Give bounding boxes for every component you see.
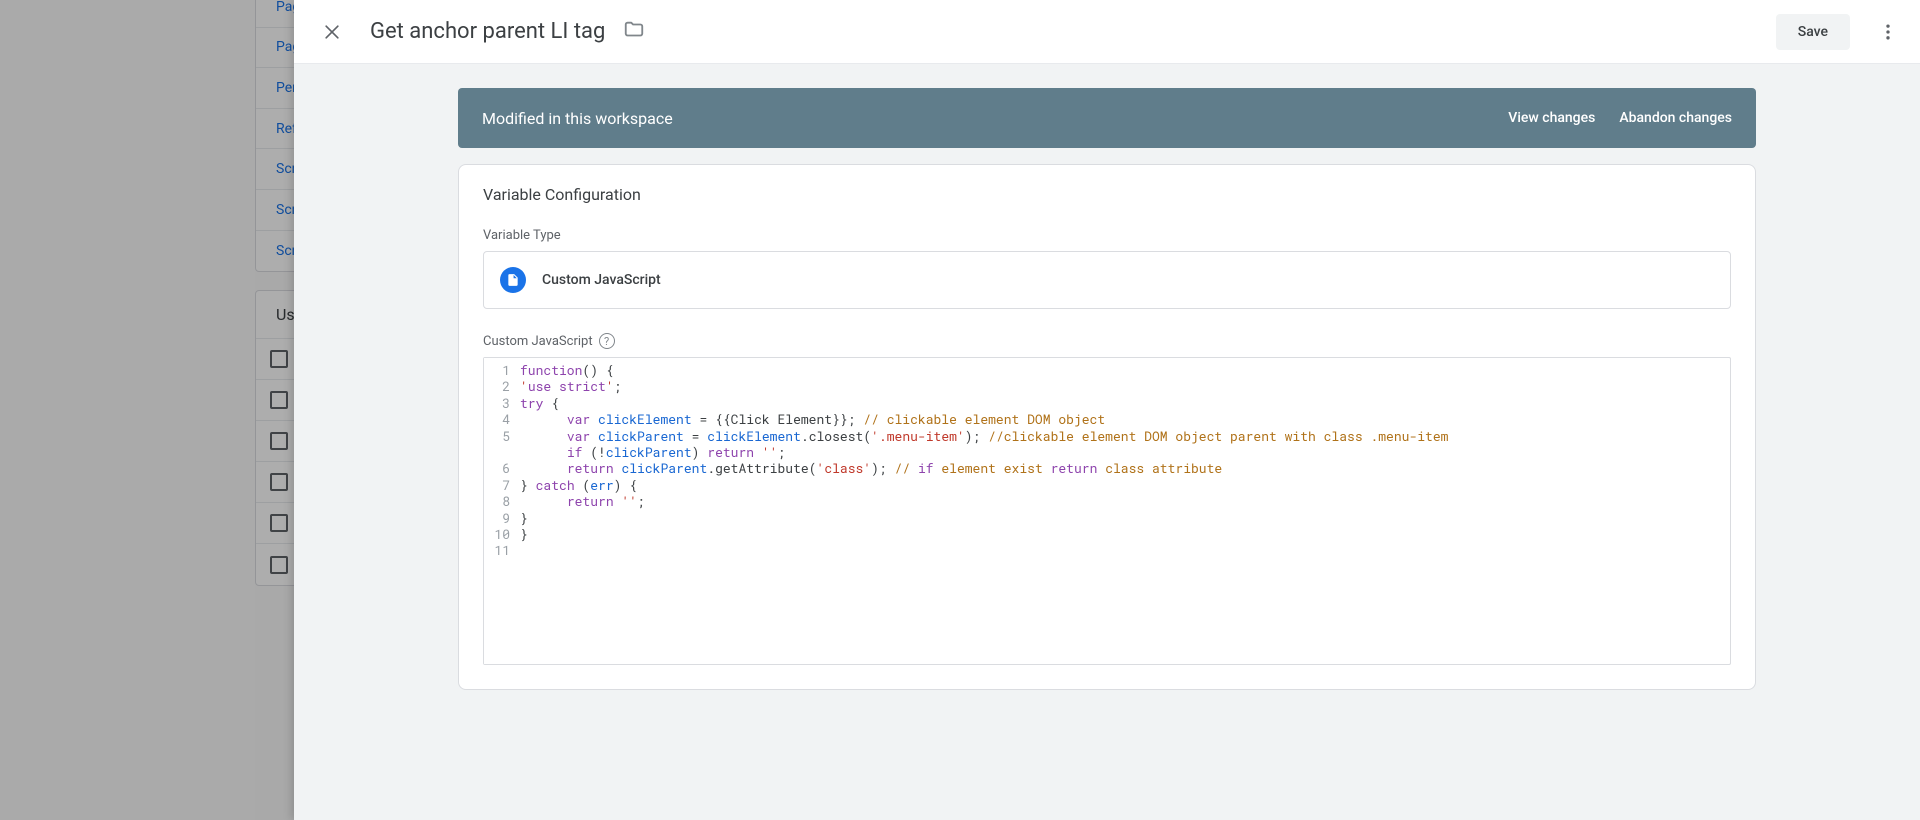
line-number: 9 <box>494 510 510 526</box>
workspace-banner: Modified in this workspace View changes … <box>458 88 1756 148</box>
panel-scroll-area[interactable]: Modified in this workspace View changes … <box>294 64 1920 820</box>
kebab-icon <box>1878 22 1898 42</box>
more-menu-button[interactable] <box>1868 12 1908 52</box>
variable-type-label: Variable Type <box>483 228 1731 243</box>
line-number: 1 <box>494 362 510 378</box>
banner-message: Modified in this workspace <box>482 109 673 128</box>
line-number: 2 <box>494 378 510 394</box>
card-title: Variable Configuration <box>483 185 1731 204</box>
line-number: 3 <box>494 395 510 411</box>
code-field-label-text: Custom JavaScript <box>483 334 593 349</box>
variable-editor-panel: Get anchor parent LI tag Save Modified i… <box>294 0 1920 820</box>
line-number: 6 <box>494 460 510 476</box>
custom-js-icon <box>500 267 526 293</box>
panel-title[interactable]: Get anchor parent LI tag <box>370 19 605 44</box>
help-icon[interactable]: ? <box>599 333 615 349</box>
folder-icon[interactable] <box>623 19 645 45</box>
code-gutter: 1 2 3 4 5 6 7 8 9 10 11 <box>484 358 516 664</box>
close-icon <box>322 22 342 42</box>
line-number: 10 <box>494 526 510 542</box>
line-number: 5 <box>494 428 510 444</box>
save-button[interactable]: Save <box>1776 14 1850 50</box>
variable-config-card: Variable Configuration Variable Type Cus… <box>458 164 1756 690</box>
abandon-changes-link[interactable]: Abandon changes <box>1619 110 1732 126</box>
code-editor[interactable]: 1 2 3 4 5 6 7 8 9 10 11 function <box>483 357 1731 665</box>
code-content[interactable]: function() {'use strict';try { var click… <box>516 358 1730 664</box>
panel-body: Modified in this workspace View changes … <box>294 64 1920 714</box>
line-number: 8 <box>494 493 510 509</box>
line-number: 7 <box>494 477 510 493</box>
variable-type-name: Custom JavaScript <box>542 272 661 288</box>
close-button[interactable] <box>312 12 352 52</box>
panel-header: Get anchor parent LI tag Save <box>294 0 1920 64</box>
view-changes-link[interactable]: View changes <box>1508 110 1595 126</box>
variable-type-selector[interactable]: Custom JavaScript <box>483 251 1731 309</box>
line-number: 4 <box>494 411 510 427</box>
line-number: 11 <box>494 542 510 558</box>
code-field-label: Custom JavaScript ? <box>483 333 1731 349</box>
